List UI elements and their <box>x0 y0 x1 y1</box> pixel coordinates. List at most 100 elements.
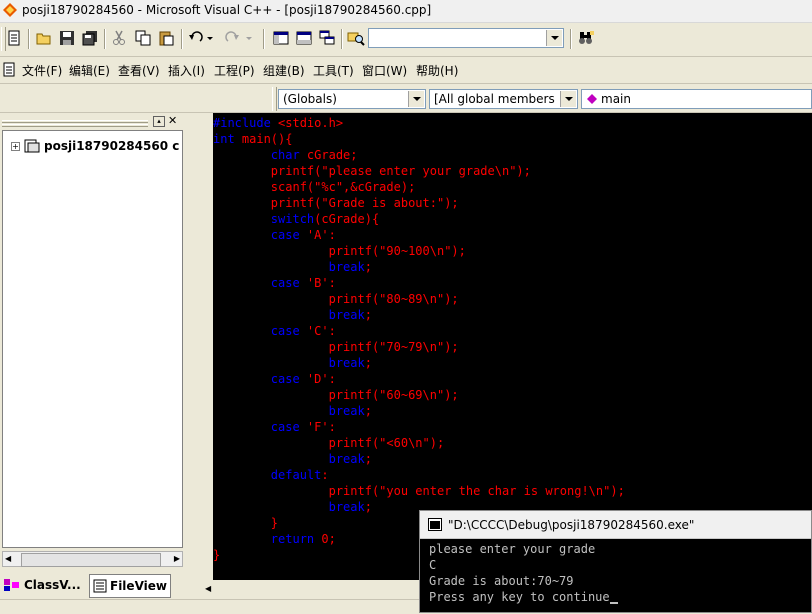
copy-icon[interactable] <box>132 27 154 49</box>
code-token: printf("70~79\n"); <box>328 340 459 354</box>
code-line: printf("Grade is about:"); <box>213 195 625 211</box>
pane-splitter[interactable] <box>185 113 213 599</box>
code-token: ; <box>364 500 372 514</box>
members-value: [All global members <box>434 92 555 106</box>
code-token: printf("you enter the char is wrong!\n")… <box>328 484 625 498</box>
find-binoculars-icon[interactable] <box>575 27 597 49</box>
wizard-bar: (Globals) [All global members main <box>0 84 812 113</box>
console-line: please enter your grade <box>429 542 596 556</box>
console-title-bar[interactable]: "D:\CCCC\Debug\posji18790284560.exe" <box>420 511 811 539</box>
paste-icon[interactable] <box>155 27 177 49</box>
console-line: Grade is about:70~79 <box>429 574 574 588</box>
scope-dropdown-arrow[interactable] <box>408 91 424 107</box>
save-all-icon[interactable] <box>79 27 101 49</box>
save-icon[interactable] <box>56 27 78 49</box>
undo-icon[interactable] <box>186 27 216 49</box>
menu-insert[interactable]: 插入(I) <box>168 62 205 79</box>
method-icon <box>587 94 597 104</box>
code-keyword: int <box>213 132 242 146</box>
code-line: default: <box>213 467 625 483</box>
redo-icon[interactable] <box>222 27 256 49</box>
find-in-files-icon[interactable] <box>345 27 367 49</box>
menu-tools[interactable]: 工具(T) <box>313 62 354 79</box>
code-line: break; <box>213 403 625 419</box>
code-token: 'A': <box>306 228 336 242</box>
document-icon[interactable] <box>3 62 17 78</box>
code-line: switch(cGrade){ <box>213 211 625 227</box>
code-token: <stdio.h> <box>278 116 344 130</box>
scroll-thumb[interactable] <box>21 553 161 567</box>
window-list-icon[interactable] <box>316 27 338 49</box>
function-combo[interactable]: main <box>581 89 812 109</box>
menu-file[interactable]: 文件(F) <box>22 62 62 79</box>
scroll-left-arrow[interactable]: ◀ <box>205 584 211 593</box>
cut-icon[interactable] <box>108 27 130 49</box>
tab-fileview[interactable]: FileView <box>89 574 171 598</box>
code-token: ; <box>364 404 372 418</box>
menu-edit[interactable]: 编辑(E) <box>69 62 110 79</box>
members-combo[interactable]: [All global members <box>429 89 578 109</box>
scroll-right-arrow[interactable]: ▶ <box>174 554 180 563</box>
workspace-tabs: ClassV... FileView <box>0 572 185 599</box>
code-line: printf("<60\n"); <box>213 435 625 451</box>
console-window[interactable]: "D:\CCCC\Debug\posji18790284560.exe" ple… <box>419 510 812 613</box>
workspace-tree[interactable]: + posji18790284560 c <box>2 130 183 548</box>
find-dropdown-arrow[interactable] <box>546 30 562 46</box>
workspace-header: ▴ ✕ <box>0 113 185 129</box>
restore-icon[interactable]: ▴ <box>153 116 165 127</box>
code-line: break; <box>213 355 625 371</box>
code-token: 0; <box>321 532 336 546</box>
open-folder-icon[interactable] <box>33 27 55 49</box>
menu-view[interactable]: 查看(V) <box>118 62 160 79</box>
code-token: printf("80~89\n"); <box>328 292 459 306</box>
code-line: printf("60~69\n"); <box>213 387 625 403</box>
menu-project[interactable]: 工程(P) <box>214 62 255 79</box>
code-token: } <box>270 516 279 530</box>
new-text-file-icon[interactable] <box>3 27 25 49</box>
menu-build[interactable]: 组建(B) <box>263 62 305 79</box>
expand-icon[interactable]: + <box>11 141 20 151</box>
tab-fileview-label: FileView <box>110 579 167 593</box>
code-keyword: break <box>328 452 365 466</box>
workspace-pane: ▴ ✕ + posji18790284560 c ◀ ▶ ClassV... F… <box>0 113 185 599</box>
code-token: 'F': <box>306 420 336 434</box>
console-line: Press any key to continue <box>429 589 618 605</box>
wizard-bar-grip[interactable] <box>272 87 277 111</box>
code-line: break; <box>213 307 625 323</box>
function-value: main <box>601 92 631 106</box>
scroll-left-arrow[interactable]: ◀ <box>5 554 11 563</box>
close-icon[interactable]: ✕ <box>168 114 177 127</box>
code-token: cGrade; <box>306 148 358 162</box>
console-icon <box>428 518 442 531</box>
code-keyword: switch <box>270 212 315 226</box>
code-keyword: case <box>270 420 307 434</box>
find-combo[interactable] <box>368 28 564 48</box>
output-window-icon[interactable] <box>293 27 315 49</box>
menu-window[interactable]: 窗口(W) <box>362 62 407 79</box>
members-dropdown-arrow[interactable] <box>560 91 576 107</box>
tab-classview[interactable]: ClassV... <box>3 574 81 596</box>
code-token: scanf("%c",&cGrade); <box>270 180 416 194</box>
code-keyword: #include <box>213 116 279 130</box>
code-token: : <box>321 468 329 482</box>
title-bar: posji18790284560 - Microsoft Visual C++ … <box>0 0 812 23</box>
code-keyword: break <box>328 260 365 274</box>
menu-help[interactable]: 帮助(H) <box>416 62 458 79</box>
code-keyword: case <box>270 372 307 386</box>
workspace-horizontal-scrollbar[interactable]: ◀ ▶ <box>2 551 183 567</box>
workspace-window-icon[interactable] <box>270 27 292 49</box>
tree-root-item[interactable]: + posji18790284560 c <box>11 139 179 153</box>
code-line: case 'F': <box>213 419 625 435</box>
scope-combo[interactable]: (Globals) <box>278 89 426 109</box>
